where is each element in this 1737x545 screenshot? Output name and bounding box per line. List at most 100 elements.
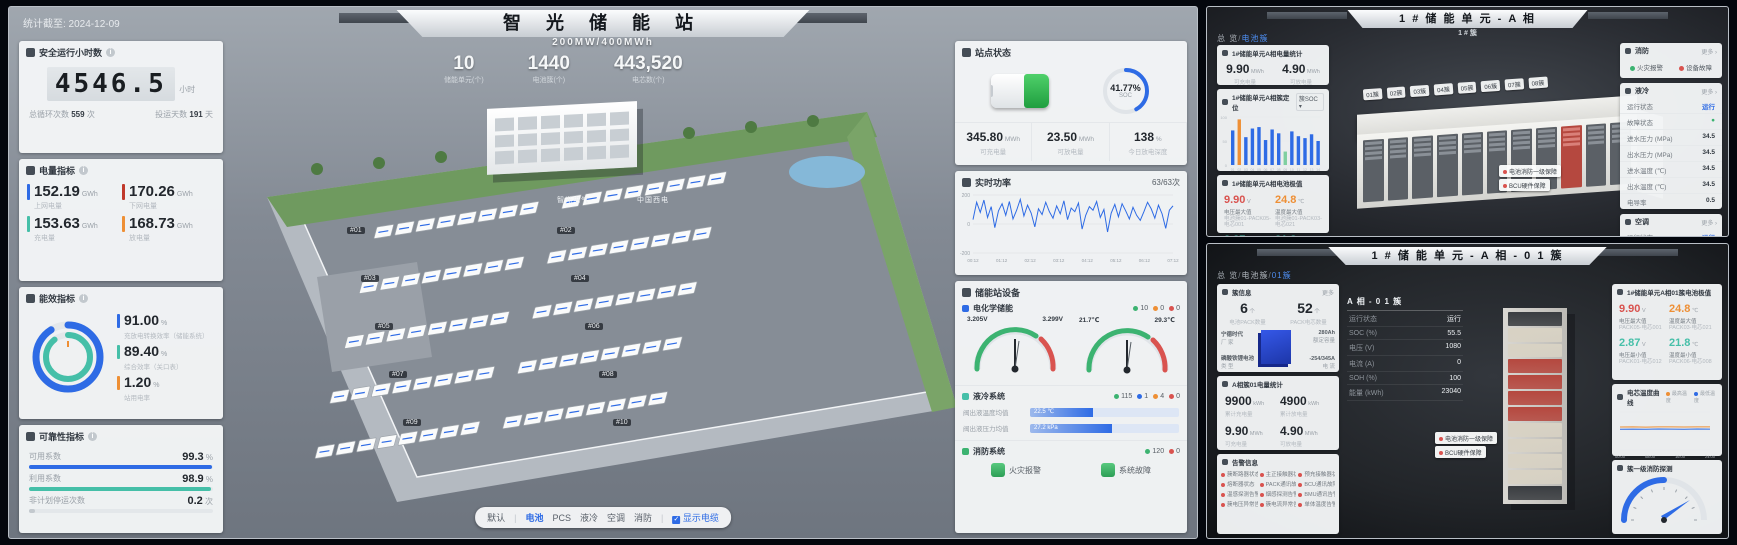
breadcrumb-item[interactable]: 01簇 [1272,271,1292,280]
fire-title: 消防系统 [973,446,1005,457]
toolbar-item-空调[interactable]: 空调 [607,511,625,524]
svg-text:16:00: 16:00 [1675,454,1686,459]
cluster-summary-title: A 相 - 0 1 簇 [1347,296,1463,311]
rack-module [1508,312,1562,326]
cluster-alarm-title: 告警信息 [1232,457,1258,467]
rack-chip[interactable]: 06簇 [1481,80,1500,92]
unit-3d-container[interactable]: 01簇 02簇 03簇 04簇 05簇 06簇 07簇 08簇 [1347,77,1647,217]
more-link[interactable]: 更多 › [1701,218,1717,227]
toolbar-item-PCS[interactable]: PCS [552,513,571,523]
rack-module [1489,132,1506,136]
rack-chip[interactable]: 08簇 [1528,77,1547,89]
toolbar-item-消防[interactable]: 消防 [634,511,652,524]
breadcrumb-item[interactable]: 总 览 [1217,271,1238,280]
show-cable-checkbox[interactable]: ✓ 显示电缆 [672,511,719,524]
soc-label: SOC [1119,93,1132,99]
rack-module [1508,407,1562,421]
breadcrumb-item[interactable]: 电池簇 [1241,271,1268,280]
rack-chip[interactable]: 01簇 [1363,88,1382,100]
rack-module [1439,136,1456,140]
window [564,147,583,161]
reliability-title: 可靠性指标 [39,430,84,443]
cluster-extremes-grid: 9.90 V电压最大值PACK05-电芯00124.8 ℃温度最大值PACK03… [1612,298,1722,366]
info-corner: -254/345A电 流 [1309,356,1335,370]
unit-energy-title: 1#储能单元A相电量统计 [1232,48,1302,58]
cooling-rows: 阀出液温度均值 22.5 ℃阀出液压力均值 27.2 kPa [955,404,1187,436]
alarm-item: BCU通讯故障 [1298,480,1335,488]
svg-text:11: 11 [1297,168,1301,172]
legend-item: 115 [1114,393,1132,400]
kv-row: 出水温度 (℃)34.5 [1620,178,1722,194]
info-icon[interactable]: i [88,432,97,441]
station-stat: 23.50 MWh可放电量 [1032,123,1109,161]
safety-hours-unit: 小时 [179,85,195,94]
cooling-row: 阀出液温度均值 22.5 ℃ [955,404,1187,420]
rack-module [1508,359,1562,373]
breadcrumb: 总 览/电池簇/01簇 [1217,270,1292,281]
site-map-3d[interactable]: #01#02#03#04#05#06#07#08#09#10智光电气中国西电 [227,77,967,507]
container-row-label[interactable]: #03 [361,275,379,282]
cluster-locate-title: 1#储能单元A相簇定位 [1232,92,1292,112]
reliability-rows: 可用系数99.3 % 利用系数98.9 % 非计划停运次数0.2 次 [19,445,223,519]
container-row-label[interactable]: #02 [557,227,575,234]
legend-item: 最高温度 [1666,390,1689,404]
rack-module [1414,143,1431,147]
container-row-label[interactable]: #06 [585,323,603,330]
callout-fire-protection[interactable]: 电池消防一级保障 [1499,165,1561,177]
container-row-label[interactable]: #10 [613,419,631,426]
alarm-grid: 簇断路器状态主正接触器状态预充接触器状态熔断器状态PACK通讯故障BCU通讯故障… [1217,468,1339,510]
toolbar-item-电池[interactable]: 电池 [525,511,543,524]
rack-module [1588,130,1605,134]
callout-fire-protection[interactable]: 电池消防一级保障 [1435,432,1497,444]
summary-row: 运行状态运行 [1347,311,1463,327]
toolbar-item-默认[interactable]: 默认 [487,511,505,524]
rack-chip[interactable]: 03簇 [1410,85,1429,97]
toolbar-item-液冷[interactable]: 液冷 [580,511,598,524]
cluster-energy-title: A相簇01电量统计 [1232,379,1283,389]
container-row-label[interactable]: #04 [571,275,589,282]
shield-icon [26,48,35,57]
svg-text:50: 50 [1223,139,1228,144]
svg-text:12: 12 [1303,168,1307,172]
fire-item: 系统故障 [1101,463,1151,477]
container-row-label[interactable]: #09 [403,419,421,426]
extreme-item: 24.8 ℃温度最大值电池簇01-PACK03-电芯021 [1273,189,1324,229]
info-icon[interactable]: i [79,294,88,303]
rack-chip[interactable]: 04簇 [1434,83,1453,95]
callout-bcu[interactable]: BCU硬件保障 [1499,179,1550,191]
extreme-item: 9.90 V电压最大值PACK05-电芯001 [1617,298,1667,332]
unit-side-cards: 消防更多 ›火灾报警设备故障液冷更多 ›运行状态运行故障状态●进水压力 (MPa… [1620,43,1722,237]
rack-module [1513,136,1530,140]
more-link[interactable]: 更多 › [1701,87,1717,96]
callout-bcu[interactable]: BCU硬件保障 [1435,446,1486,458]
container-row-label[interactable]: #07 [389,371,407,378]
window [518,133,537,147]
safety-substat: 投运天数 191 天 [155,109,213,120]
more-link[interactable]: 更多 › [1701,47,1717,56]
rack-chip[interactable]: 05簇 [1457,82,1476,94]
container-row-label[interactable]: #05 [375,323,393,330]
safety-substats: 总循环次数 559 次投运天数 191 天 [19,101,223,120]
fire-gauge-title: 簇一级消防探测 [1627,463,1673,473]
soc-select-dropdown[interactable]: 簇SOC ▾ [1296,93,1324,111]
cluster-energy-item: 4.90 MWh可放电量 [1278,420,1333,450]
rack-module [1508,470,1562,484]
info-corner: 磷酸铁锂电池类 型 [1221,354,1254,370]
rack-chip[interactable]: 02簇 [1386,86,1405,98]
breadcrumb-item[interactable]: 总 览 [1217,34,1238,43]
container-row-label[interactable]: #01 [347,227,365,234]
svg-text:01:12: 01:12 [996,258,1008,263]
efficiency-item: 89.40 %综合效率（关口表） [117,343,217,371]
alarm-item: 簇电流异常告警 [1260,500,1297,508]
container-row-label[interactable]: #08 [599,371,617,378]
cluster-rack-3d[interactable] [1497,302,1583,512]
svg-text:03:12: 03:12 [1053,258,1065,263]
breadcrumb-item[interactable]: 电池簇 [1241,34,1268,43]
info-icon[interactable]: i [79,166,88,175]
more-link[interactable]: 更多 [1322,288,1334,297]
station-stat: 345.80 MWh可充电量 [955,123,1032,161]
unit-a-subtitle: 1 # 簇 [1458,28,1477,38]
info-icon[interactable]: i [106,48,115,57]
rack-chip[interactable]: 07簇 [1505,78,1524,90]
bell-icon [1222,459,1228,465]
